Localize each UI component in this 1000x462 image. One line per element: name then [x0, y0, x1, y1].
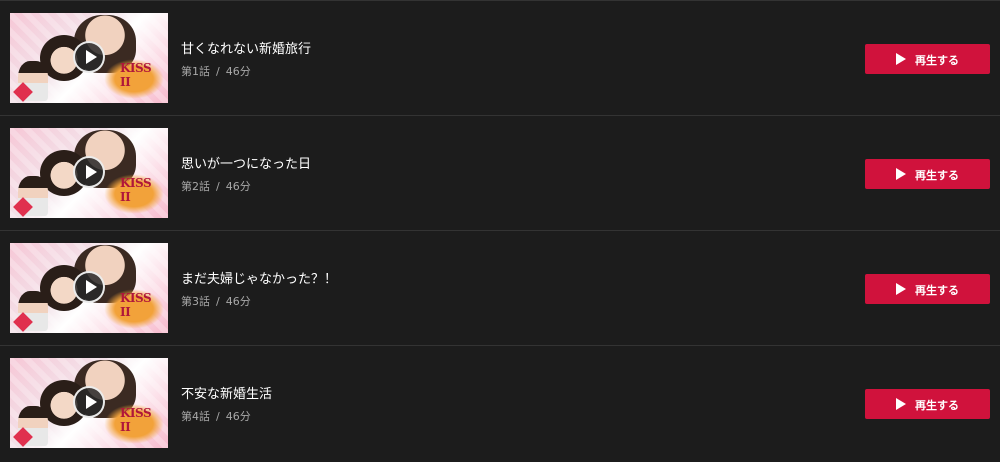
episode-row: KISS II 思いが一つになった日 第2話 / 46分 再生する: [0, 115, 1000, 230]
episode-thumbnail[interactable]: KISS II: [10, 13, 168, 103]
play-circle-icon[interactable]: [73, 386, 105, 418]
play-triangle-icon: [896, 398, 906, 410]
play-circle-icon[interactable]: [73, 41, 105, 73]
play-circle-icon[interactable]: [73, 156, 105, 188]
episode-thumbnail[interactable]: KISS II: [10, 128, 168, 218]
play-button[interactable]: 再生する: [865, 159, 990, 189]
episode-title[interactable]: 甘くなれない新婚旅行: [181, 38, 311, 57]
episode-duration: 46分: [225, 180, 251, 193]
thumbnail-logo: KISS II: [104, 59, 164, 99]
episode-number: 第2話: [181, 180, 210, 193]
episode-meta: 第3話 / 46分: [181, 293, 251, 309]
episode-duration: 46分: [225, 65, 251, 78]
episode-meta: 第4話 / 46分: [181, 408, 251, 424]
episode-number: 第4話: [181, 410, 210, 423]
play-button[interactable]: 再生する: [865, 274, 990, 304]
episode-meta: 第1話 / 46分: [181, 63, 251, 79]
episode-thumbnail[interactable]: KISS II: [10, 243, 168, 333]
episode-title[interactable]: まだ夫婦じゃなかった？！: [181, 268, 337, 287]
play-triangle-icon: [896, 53, 906, 65]
play-circle-icon[interactable]: [73, 271, 105, 303]
play-button[interactable]: 再生する: [865, 44, 990, 74]
episode-row: KISS II まだ夫婦じゃなかった？！ 第3話 / 46分 再生する: [0, 230, 1000, 345]
episode-number: 第1話: [181, 65, 210, 78]
episode-row: KISS II 甘くなれない新婚旅行 第1話 / 46分 再生する: [0, 0, 1000, 115]
episode-title[interactable]: 不安な新婚生活: [181, 383, 272, 402]
play-button-label: 再生する: [915, 399, 959, 412]
meta-separator: /: [216, 410, 220, 423]
episode-row: KISS II 不安な新婚生活 第4話 / 46分 再生する: [0, 345, 1000, 460]
episode-duration: 46分: [225, 410, 251, 423]
play-triangle-icon: [896, 283, 906, 295]
meta-separator: /: [216, 295, 220, 308]
episode-number: 第3話: [181, 295, 210, 308]
play-button-label: 再生する: [915, 169, 959, 182]
thumbnail-logo: KISS II: [104, 404, 164, 444]
episode-title[interactable]: 思いが一つになった日: [181, 153, 311, 172]
play-triangle-icon: [896, 168, 906, 180]
episode-list: KISS II 甘くなれない新婚旅行 第1話 / 46分 再生する KISS II …: [0, 0, 1000, 462]
play-button[interactable]: 再生する: [865, 389, 990, 419]
play-button-label: 再生する: [915, 54, 959, 67]
play-button-label: 再生する: [915, 284, 959, 297]
thumbnail-logo: KISS II: [104, 174, 164, 214]
episode-thumbnail[interactable]: KISS II: [10, 358, 168, 448]
thumbnail-logo: KISS II: [104, 289, 164, 329]
meta-separator: /: [216, 65, 220, 78]
episode-meta: 第2話 / 46分: [181, 178, 251, 194]
episode-duration: 46分: [225, 295, 251, 308]
meta-separator: /: [216, 180, 220, 193]
